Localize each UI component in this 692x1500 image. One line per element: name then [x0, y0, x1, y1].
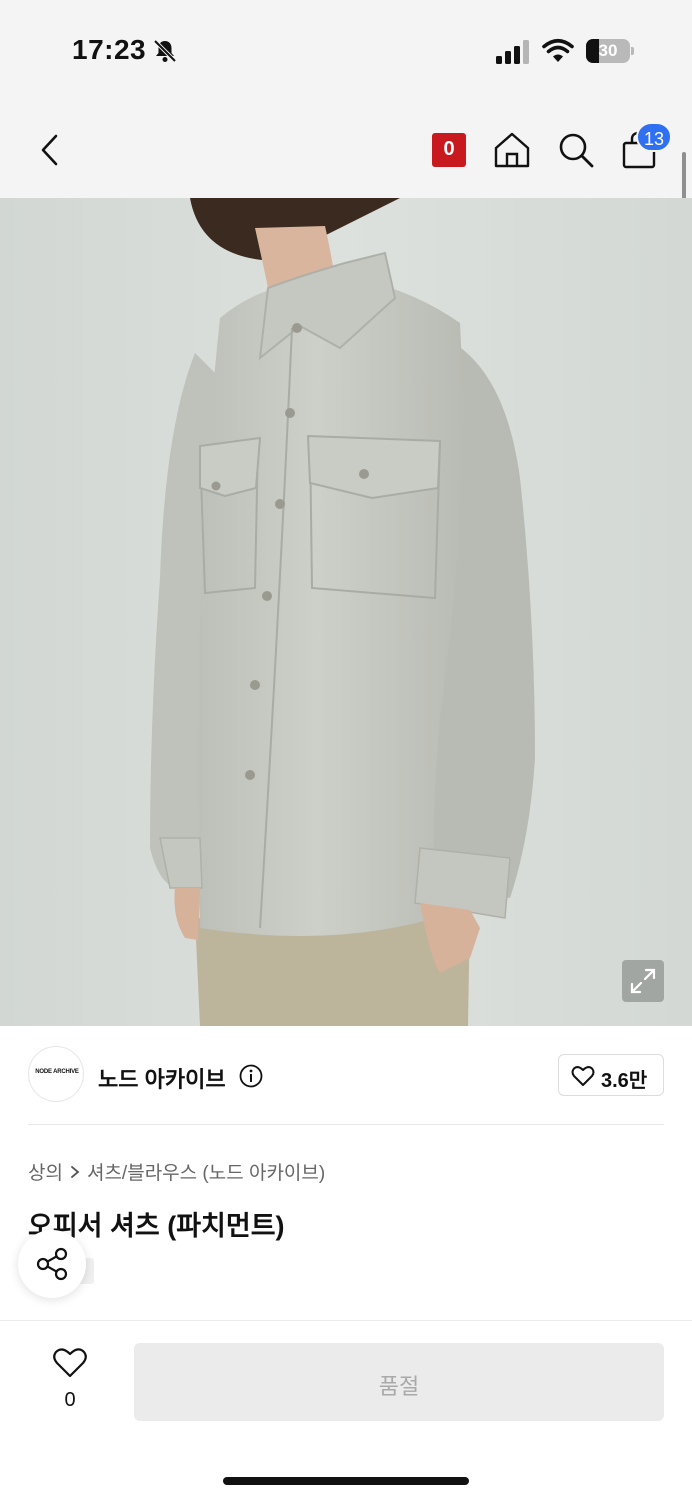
store-badge-button[interactable]: 0 — [432, 133, 466, 167]
soldout-button[interactable]: 품절 — [134, 1343, 664, 1421]
chevron-right-icon — [71, 1165, 80, 1178]
share-icon — [36, 1247, 68, 1281]
battery-level: 30 — [598, 41, 618, 60]
home-icon[interactable] — [492, 130, 532, 170]
top-nav-bar: 0 — [0, 100, 692, 198]
home-indicator[interactable] — [223, 1477, 469, 1485]
share-button[interactable] — [18, 1230, 86, 1298]
product-photo — [0, 198, 692, 1026]
brand-name[interactable]: 노드 아카이브 — [98, 1062, 226, 1094]
breadcrumb-subcategory[interactable]: 셔츠/블라우스 (노드 아카이브) — [87, 1158, 325, 1185]
battery-body: 30 — [586, 39, 630, 63]
breadcrumb-category[interactable]: 상의 — [28, 1158, 63, 1185]
cart-count-badge: 13 — [636, 122, 673, 152]
heart-outline-icon — [571, 1066, 595, 1086]
battery-icon: 30 — [586, 39, 634, 63]
heart-outline-icon — [53, 1348, 87, 1378]
store-badge-label: 0 — [443, 138, 455, 160]
info-icon[interactable] — [239, 1064, 263, 1088]
brand-logo-text: NODE ARCHIVE — [35, 1069, 79, 1075]
bottom-action-bar: 0 품절 — [0, 1320, 692, 1500]
wishlist-count: 0 — [64, 1389, 76, 1411]
brand-logo[interactable]: NODE ARCHIVE — [28, 1046, 84, 1102]
status-bar: 17:23 30 — [0, 0, 692, 100]
like-brand-button[interactable]: 3.6만 — [558, 1054, 664, 1096]
soldout-label: 품절 — [378, 1374, 420, 1399]
wishlist-button[interactable]: 0 — [40, 1345, 100, 1415]
product-image[interactable] — [0, 198, 692, 1026]
divider — [28, 1124, 664, 1125]
search-icon[interactable] — [556, 130, 596, 170]
bell-slash-icon — [153, 39, 177, 63]
signal-icon — [496, 40, 529, 64]
wifi-icon — [542, 38, 574, 62]
chevron-left-icon[interactable] — [30, 130, 70, 170]
battery-cap — [631, 47, 634, 55]
status-time: 17:23 — [72, 34, 147, 65]
expand-icon — [630, 968, 656, 994]
brand-row: NODE ARCHIVE 노드 아카이브 3.6만 — [0, 1026, 692, 1126]
breadcrumb: 상의 셔츠/블라우스 (노드 아카이브) — [28, 1158, 325, 1185]
expand-image-button[interactable] — [622, 960, 664, 1002]
brand-like-count: 3.6만 — [601, 1070, 648, 1092]
